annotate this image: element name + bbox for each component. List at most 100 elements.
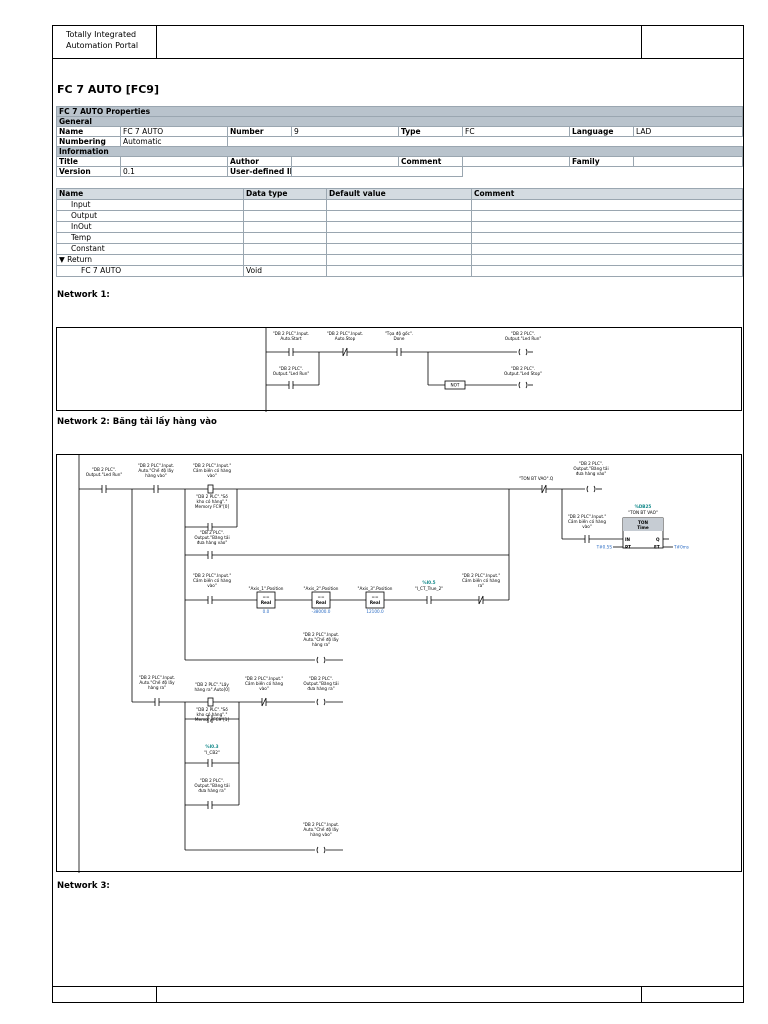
axis2-value: -38000.0: [312, 609, 331, 614]
author-label: Author: [227, 156, 292, 167]
version-value: 0.1: [120, 166, 228, 177]
author-value: [291, 156, 399, 167]
network-2-box: "DB 2 PLC". Output."Led Run" "DB 2 PLC".I…: [56, 454, 742, 873]
row-type: [243, 210, 327, 222]
n2-che-do-lay-label: "DB 2 PLC".Input. Auto."Chế độ lấy hàng và…: [138, 463, 175, 478]
header-divider: [641, 25, 642, 59]
col-datatype: Data type: [243, 188, 327, 200]
n2-reset-che-do-ra-label: "DB 2 PLC".Input. Auto."Chế độ lấy hàng ra…: [303, 632, 340, 647]
n2-led-run-label: "DB 2 PLC". Output."Led Run": [86, 467, 123, 477]
n1-not-box: NOT: [451, 383, 460, 388]
row-type: [243, 199, 327, 211]
cmp2-type: Real: [316, 600, 327, 605]
expand-triangle-icon[interactable]: ▼: [59, 256, 65, 265]
n2-lay-hang-ra-label: "DB 2 PLC"."Lấy hàng ra".Auto[0]: [194, 682, 229, 692]
n1-led-run-contact-label: "DB 2 PLC". Output."Led Run": [273, 366, 310, 376]
n2-reset-che-do-vao-label: "DB 2 PLC".Input. Auto."Chế độ lấy hàng và…: [303, 822, 340, 837]
col-name: Name: [56, 188, 244, 200]
table-row[interactable]: ▼ Return: [56, 254, 743, 266]
axis1-label: "Axis_1".Position: [249, 586, 284, 591]
n2-bang-tai-vao-contact-label: "DB 2 PLC". Output."Băng tải đưa hàng vào": [194, 530, 229, 545]
section-information: Information: [55, 146, 744, 157]
icb2-name: "I_CB2": [204, 750, 220, 755]
cmp3-op: ==: [371, 594, 379, 599]
table-row[interactable]: FC 7 AUTO Void: [56, 265, 743, 277]
n1-led-stop-coil-label: "DB 2 PLC". Output."Led Stop": [504, 366, 542, 376]
block-title: FC 7 AUTO [FC9]: [57, 83, 159, 96]
row-name: FC 7 AUTO: [56, 265, 244, 277]
ton-pin-in: IN: [625, 537, 631, 542]
cmp3-type: Real: [370, 600, 381, 605]
row-name: Return: [67, 255, 93, 265]
ton-time: Time: [637, 525, 649, 530]
section-general: General: [55, 116, 744, 127]
icb2-address: %I0.3: [205, 744, 218, 749]
table-row[interactable]: Input: [56, 199, 743, 211]
n2-out-bang-tai-vao-label: "DB 2 PLC". Output."Băng tải đưa hàng vào": [573, 461, 608, 476]
row-name: Constant: [56, 243, 244, 255]
axis3-label: "Axis_3".Position: [358, 586, 393, 591]
cmp1-type: Real: [261, 600, 272, 605]
n2-cam-bien-ra-label: "DB 2 PLC".Input." Cảm biến có hàng ra": [462, 573, 501, 588]
row-type: Void: [243, 265, 327, 277]
axis3-value: 12100.0: [366, 609, 384, 614]
numbering-label: Numbering: [56, 136, 121, 147]
n2-bang-tai-ra-contact-label: "DB 2 PLC". Output."Băng tải đưa hàng ra": [194, 778, 229, 793]
n2-so-kho-1-label: "DB 2 PLC"."Số kho có hàng"." Memory FC9"[…: [195, 707, 230, 722]
i05-address: %I0.5: [422, 580, 435, 585]
ton-pin-q: Q: [656, 537, 660, 542]
n1-toa-do-goc-label: "Tọa độ gốc". Done: [385, 331, 413, 341]
i05-name: "I_CT_True_2": [415, 586, 443, 591]
axis1-value: 0.0: [263, 609, 270, 614]
row-type: [243, 243, 327, 255]
n1-auto-start-label: "DB 2 PLC".Input. Auto.Start: [273, 331, 310, 341]
type-label: Type: [398, 126, 463, 137]
table-row[interactable]: Constant: [56, 243, 743, 255]
language-value: LAD: [632, 126, 744, 137]
properties-heading: FC 7 AUTO Properties: [55, 106, 744, 117]
n1-auto-stop-label: "DB 2 PLC".Input. Auto.Stop: [327, 331, 364, 341]
comment-value: [462, 156, 570, 167]
n2-ton-in-contact-label: "DB 2 PLC".Input." Cảm biến có hàng vào": [568, 514, 607, 529]
network-2-diagram: "DB 2 PLC". Output."Led Run" "DB 2 PLC".I…: [78, 455, 689, 873]
col-default: Default value: [326, 188, 472, 200]
network-1-title: Network 1:: [57, 290, 110, 300]
userid-label: User-defined ID: [227, 166, 292, 177]
n2-so-kho-0-label: "DB 2 PLC"."Số kho có hàng"." Memory FC9"[…: [195, 494, 230, 509]
title-label: Title: [56, 156, 121, 167]
family-value: [632, 156, 744, 167]
name-label: Name: [56, 126, 121, 137]
network-1-diagram: "DB 2 PLC".Input. Auto.Start "DB 2 PLC".I…: [265, 328, 542, 412]
cmp1-op: ==: [262, 594, 270, 599]
row-name: Input: [56, 199, 244, 211]
n2-out-bang-tai-ra-label: "DB 2 PLC". Output."Băng tải đưa hàng ra": [303, 676, 338, 691]
empty-cell: [228, 137, 743, 147]
ton-pt-value: T#0.5S: [596, 545, 613, 550]
number-value: 9: [291, 126, 399, 137]
language-label: Language: [569, 126, 634, 137]
n2-cam-bien-vao-label: "DB 2 PLC".Input." Cảm biến có hàng vào": [193, 573, 232, 588]
table-row[interactable]: Output: [56, 210, 743, 222]
ton-et-value: T#0ms: [673, 545, 689, 550]
table-row[interactable]: InOut: [56, 221, 743, 233]
interface-table: Name Data type Default value Comment Inp…: [56, 188, 743, 277]
family-label: Family: [569, 156, 634, 167]
footer-divider: [641, 986, 642, 1003]
portal-line-1: Totally Integrated: [66, 30, 137, 39]
ton-pin-et: ET: [654, 545, 660, 550]
col-comment: Comment: [471, 188, 743, 200]
title-value: [120, 156, 228, 167]
cmp2-op: ==: [317, 594, 325, 599]
table-row[interactable]: Temp: [56, 232, 743, 244]
n2-che-do-ra-label: "DB 2 PLC".Input. Auto."Chế độ lấy hàng ra…: [139, 675, 176, 690]
version-label: Version: [56, 166, 121, 177]
numbering-value: Automatic: [120, 136, 228, 147]
row-type: [243, 254, 327, 266]
network-2-title: Network 2: Băng tải lấy hàng vào: [57, 417, 217, 427]
n2-cam-bien-vao-p-label: "DB 2 PLC".Input." Cảm biến có hàng vào": [193, 463, 232, 478]
portal-name: Totally Integrated Automation Portal: [66, 29, 138, 51]
row-type: [243, 232, 327, 244]
type-value: FC: [462, 126, 570, 137]
comment-label: Comment: [398, 156, 463, 167]
ton-address: %DB25: [635, 504, 652, 509]
